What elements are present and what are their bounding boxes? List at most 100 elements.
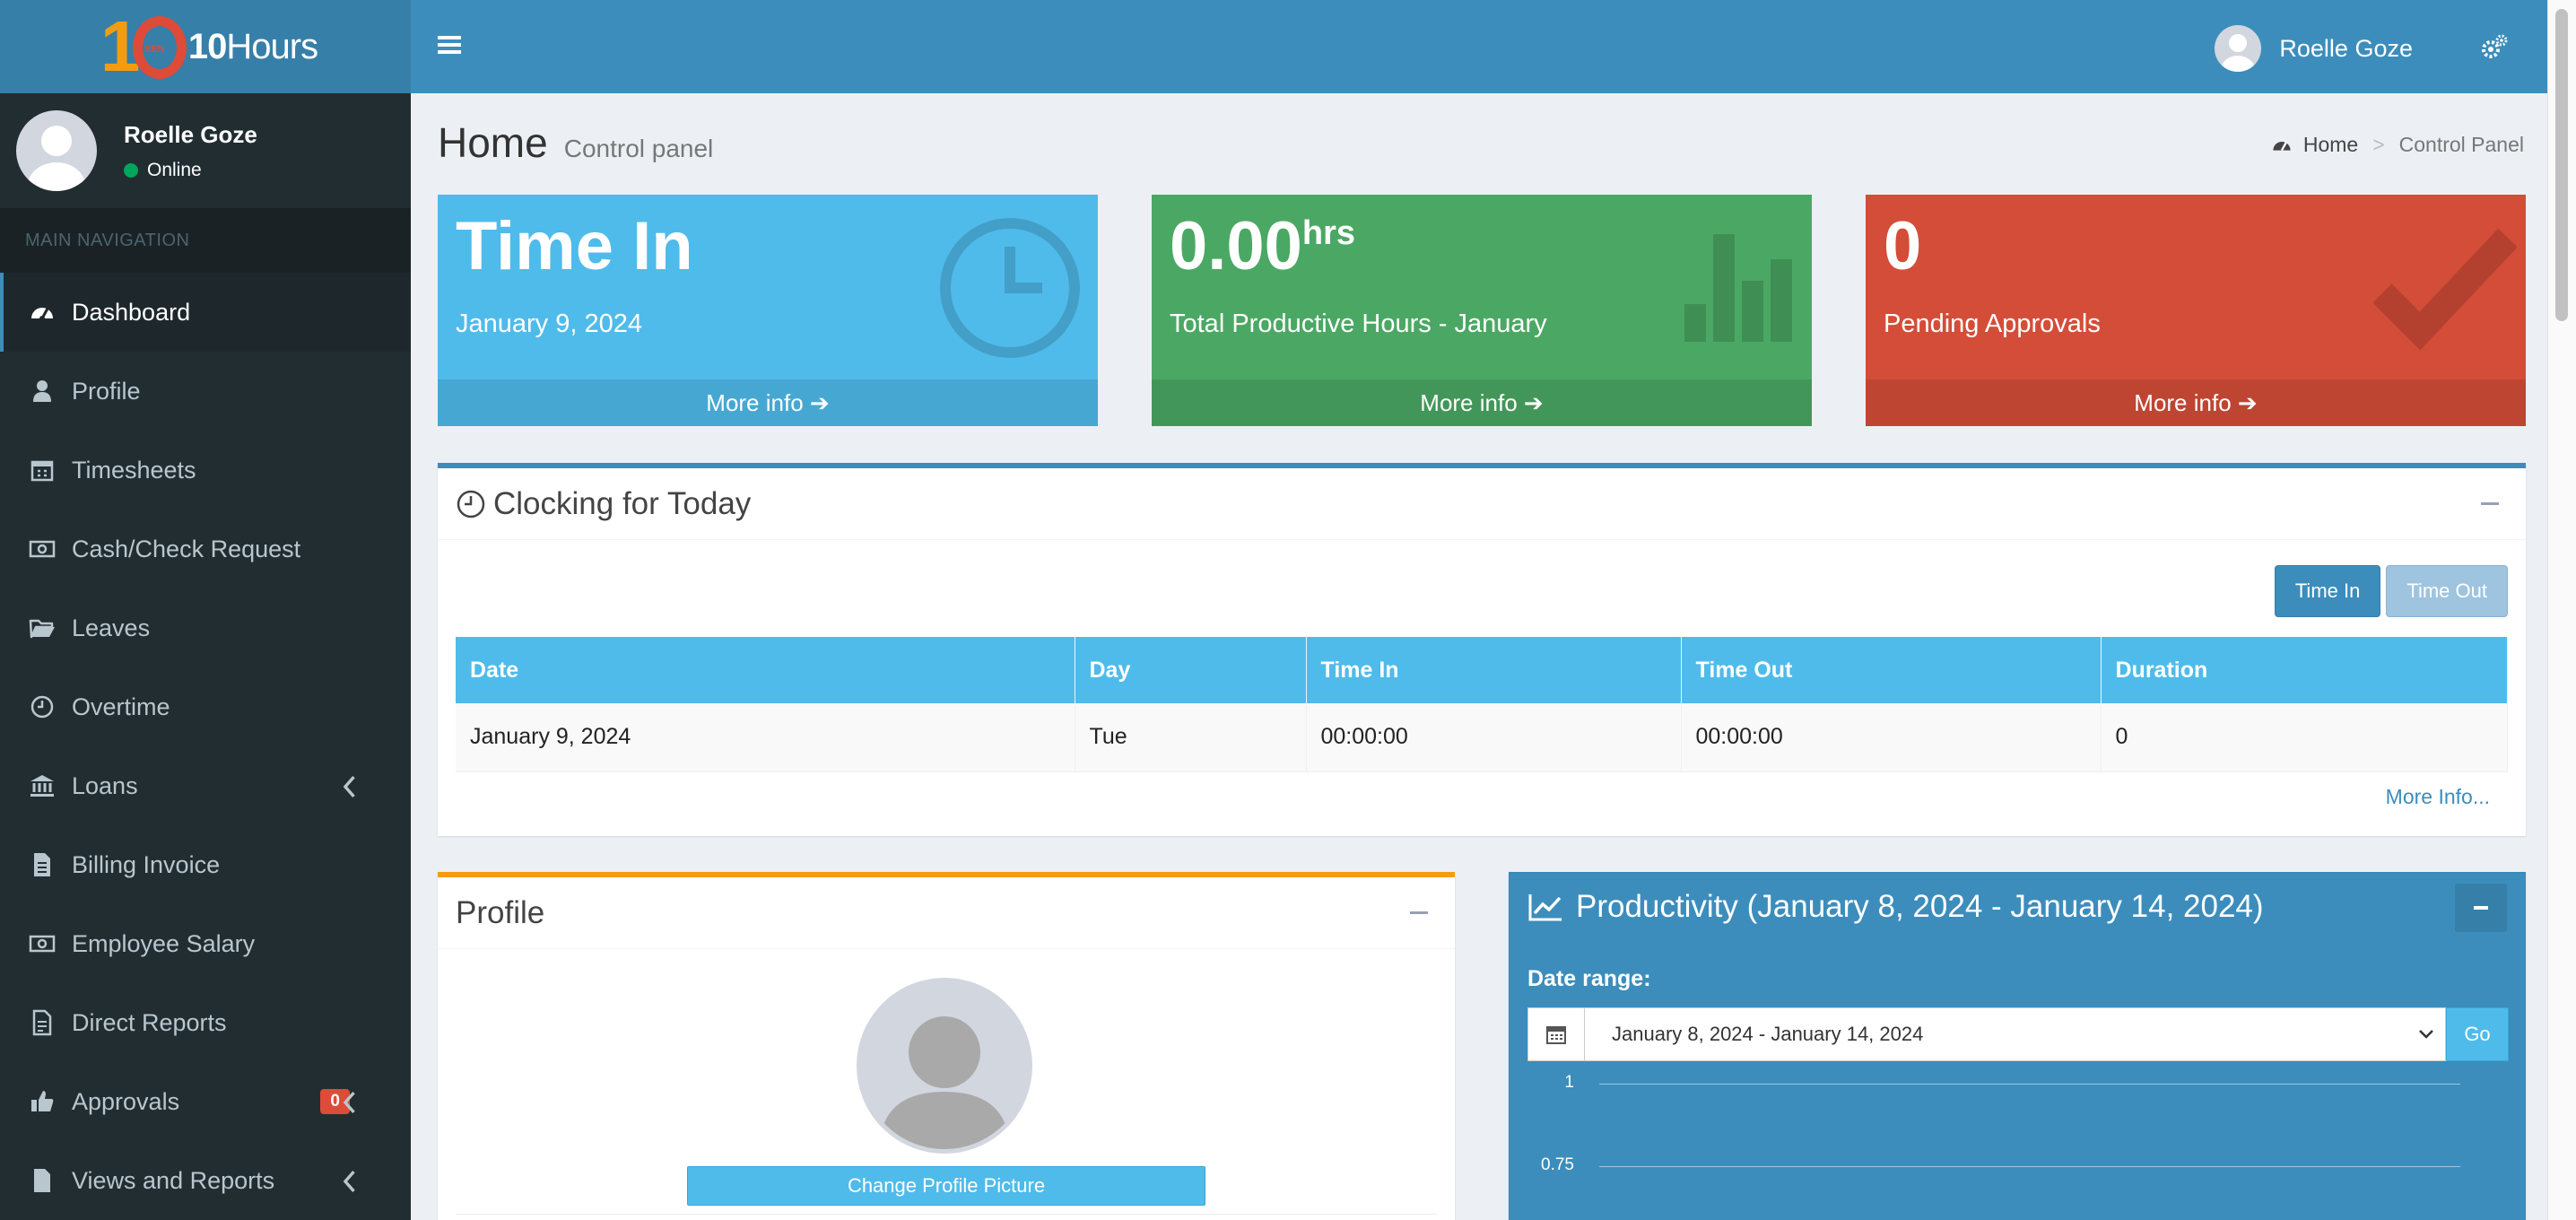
sidebar-toggle-icon[interactable]: [438, 34, 461, 56]
stat-label: January 9, 2024: [456, 309, 642, 338]
chevron-down-icon: [2419, 1030, 2433, 1039]
column-header[interactable]: Day: [1075, 637, 1307, 703]
profile-picture: [857, 978, 1032, 1154]
collapse-button[interactable]: [1410, 911, 1428, 914]
pending-approvals-stat-box: 0 Pending Approvals More info ➔: [1866, 195, 2526, 426]
sidebar-item-billing-invoice[interactable]: Billing Invoice: [0, 825, 411, 904]
file-icon: [32, 1009, 52, 1036]
dashboard-icon: [31, 308, 53, 321]
bank-icon: [30, 775, 54, 797]
productive-hours-stat-box: 0.00hrs Total Productive Hours - January…: [1152, 195, 1812, 426]
file-icon: [34, 1169, 50, 1192]
sidebar: 1 SEN 10Hours Roelle Goze Online MAIN NA…: [0, 0, 411, 1220]
more-info-link[interactable]: More Info...: [2386, 785, 2490, 809]
check-icon: [2373, 228, 2517, 351]
box-header: Productivity (January 8, 2024 - January …: [1510, 873, 2525, 941]
collapse-button[interactable]: [2455, 884, 2507, 932]
more-info-link[interactable]: More info ➔: [1866, 379, 2526, 426]
sidebar-item-employee-salary[interactable]: Employee Salary: [0, 904, 411, 983]
user-menu[interactable]: Roelle Goze: [2215, 25, 2413, 72]
stat-value: 0: [1884, 208, 1922, 284]
sidebar-item-leaves[interactable]: Leaves: [0, 588, 411, 667]
page-subtitle: Control panel: [563, 135, 714, 162]
table-cell: 0: [2101, 703, 2508, 772]
breadcrumb-current: Control Panel: [2398, 133, 2524, 156]
divider: [456, 1214, 1437, 1215]
avatar: [16, 110, 97, 191]
clock-icon: [940, 218, 1080, 358]
bar-chart-icon: [1684, 234, 1792, 342]
productivity-box: Productivity (January 8, 2024 - January …: [1509, 872, 2526, 1220]
chevron-left-icon: [343, 1091, 355, 1114]
folder-open-icon: [29, 619, 55, 639]
change-profile-picture-button[interactable]: Change Profile Picture: [687, 1166, 1205, 1206]
column-header[interactable]: Duration: [2101, 637, 2508, 703]
stat-value: Time In: [456, 208, 693, 284]
breadcrumb-separator: >: [2372, 133, 2385, 156]
avatar: [2215, 25, 2262, 72]
sidebar-item-overtime[interactable]: Overtime: [0, 667, 411, 746]
file-text-icon: [34, 853, 50, 876]
grid-line: [1599, 1084, 2460, 1085]
line-chart-icon: [1528, 894, 1562, 921]
box-header: Profile: [438, 877, 1455, 949]
table-cell: 00:00:00: [1306, 703, 1682, 772]
column-header[interactable]: Time In: [1306, 637, 1682, 703]
page-title: Home: [438, 119, 548, 166]
stat-value: 0.00hrs: [1170, 208, 1356, 284]
table-cell: January 9, 2024: [456, 703, 1075, 772]
user-panel: Roelle Goze Online: [0, 93, 411, 208]
scrollbar-thumb[interactable]: [2555, 9, 2568, 321]
y-tick-label: 0.75: [1541, 1155, 1574, 1174]
date-range-select[interactable]: January 8, 2024 - January 14, 2024: [1585, 1007, 2446, 1061]
more-info-link[interactable]: More info ➔: [438, 379, 1098, 426]
go-button[interactable]: Go: [2446, 1007, 2509, 1061]
grid-line: [1599, 1166, 2460, 1167]
table-row: January 9, 2024 Tue 00:00:00 00:00:00 0: [456, 703, 2508, 772]
topbar: Roelle Goze: [411, 0, 2547, 93]
table-header-row: Date Day Time In Time Out Duration: [456, 637, 2508, 703]
calendar-icon: [30, 460, 54, 482]
box-title: Profile: [456, 894, 545, 930]
chevron-left-icon: [343, 1170, 355, 1193]
more-info-link[interactable]: More info ➔: [1152, 379, 1812, 426]
breadcrumb-home[interactable]: Home: [2303, 133, 2358, 157]
clocking-table: Date Day Time In Time Out Duration Janua…: [456, 637, 2508, 772]
sidebar-item-dashboard[interactable]: Dashboard: [0, 273, 411, 352]
sidebar-item-profile[interactable]: Profile: [0, 352, 411, 431]
time-out-button[interactable]: Time Out: [2386, 565, 2508, 617]
arrow-circle-right-icon: ➔: [809, 388, 830, 416]
column-header[interactable]: Time Out: [1681, 637, 2102, 703]
sidebar-item-views-and-reports[interactable]: Views and Reports: [0, 1141, 411, 1220]
sidebar-item-loans[interactable]: Loans: [0, 746, 411, 825]
y-tick-label: 1: [1564, 1073, 1574, 1092]
user-name: Roelle Goze: [124, 120, 257, 148]
page-scrollbar[interactable]: [2547, 0, 2576, 1220]
date-range-label: Date range:: [1527, 966, 1651, 991]
stat-label: Pending Approvals: [1884, 309, 2101, 338]
money-icon: [29, 540, 56, 558]
calendar-icon: [1527, 1007, 1585, 1061]
user-status: Online: [124, 160, 257, 181]
table-cell: 00:00:00: [1681, 703, 2102, 772]
gears-icon[interactable]: [2479, 32, 2510, 63]
thumbs-up-icon: [31, 1091, 54, 1111]
topbar-user-name: Roelle Goze: [2279, 34, 2413, 62]
sidebar-item-timesheets[interactable]: Timesheets: [0, 431, 411, 510]
nav-header: MAIN NAVIGATION: [0, 208, 411, 273]
profile-box: Profile Change Profile Picture: [438, 872, 1455, 1220]
clocking-box: Clocking for Today Time In Time Out Date…: [438, 463, 2526, 836]
sidebar-item-approvals[interactable]: Approvals 0: [0, 1062, 411, 1141]
box-title: Productivity (January 8, 2024 - January …: [1576, 889, 2264, 924]
productivity-chart: 1 0.75: [1527, 1070, 2509, 1220]
collapse-button[interactable]: [2481, 502, 2499, 505]
column-header[interactable]: Date: [456, 637, 1075, 703]
breadcrumb: Home > Control Panel: [2271, 133, 2524, 157]
arrow-circle-right-icon: ➔: [1523, 388, 1544, 416]
time-in-button[interactable]: Time In: [2274, 565, 2381, 617]
sidebar-item-cash-check-request[interactable]: Cash/Check Request: [0, 510, 411, 588]
box-header: Clocking for Today: [438, 468, 2526, 540]
sidebar-item-direct-reports[interactable]: Direct Reports: [0, 983, 411, 1062]
clock-icon: [30, 695, 54, 719]
logo[interactable]: 1 SEN 10Hours: [0, 0, 411, 93]
